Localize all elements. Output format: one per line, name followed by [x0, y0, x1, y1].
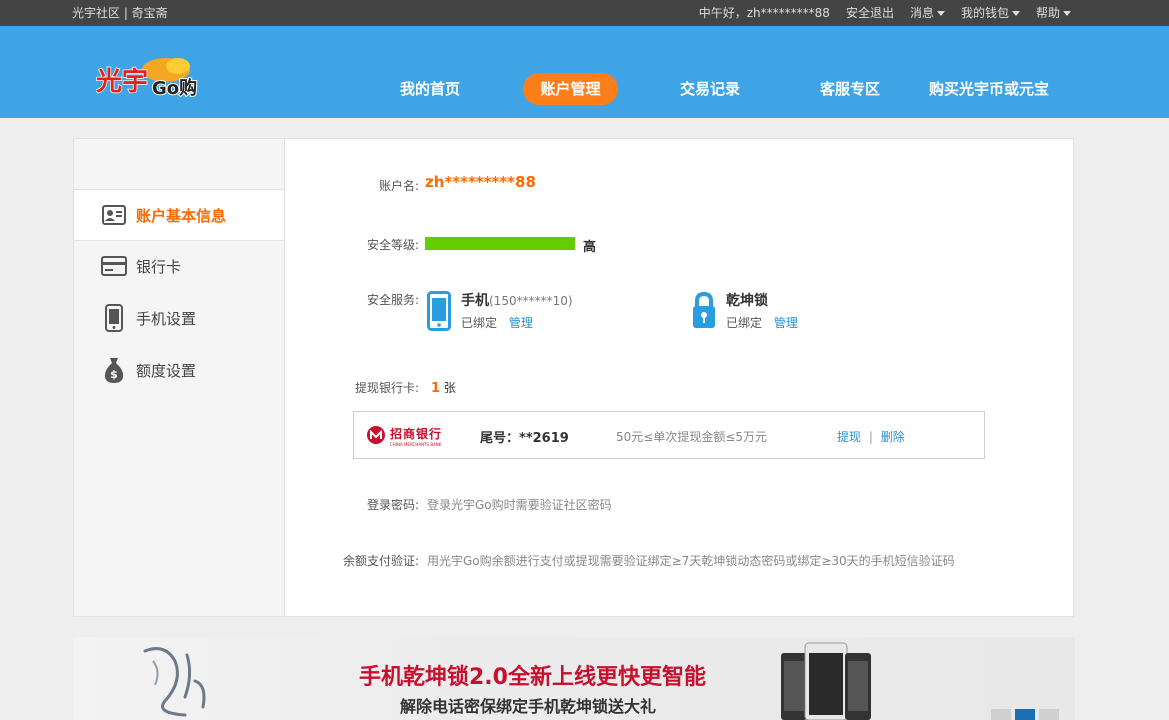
phone-status: 已绑定 — [461, 316, 498, 330]
chevron-down-icon — [1063, 11, 1071, 16]
logo-text: 光宇 — [96, 67, 148, 97]
carousel-dot-1[interactable] — [991, 709, 1011, 720]
community-links[interactable]: 光宇社区 | 奇宝斋 — [72, 0, 168, 26]
lock-status-row: 已绑定 管理 — [726, 314, 798, 331]
phone-status-row: 已绑定 管理 — [461, 314, 533, 331]
top-bar-right: 中午好，zh*********88 安全退出 消息 我的钱包 帮助 — [699, 0, 1071, 26]
login-password-text: 登录光宇Go购时需要验证社区密码 — [427, 498, 612, 512]
wallet-label: 我的钱包 — [960, 6, 1009, 20]
login-password-label: 登录密码: — [366, 498, 419, 512]
banner-title: 手机乾坤锁2.0全新上线更快更智能 — [359, 665, 706, 690]
account-name-label: 账户名: — [378, 179, 419, 193]
nav-buy-coins[interactable]: 购买光宇币或元宝 — [925, 73, 1053, 105]
bank-withdraw-link[interactable]: 提现 — [837, 430, 861, 444]
bank-name: 招商银行 — [390, 427, 443, 441]
carousel-dot-3[interactable] — [1039, 709, 1059, 720]
sidebar-item-phone-settings[interactable]: 手机设置 — [74, 292, 286, 344]
banner-calligraphy-art — [135, 641, 215, 720]
security-level-text: 高 — [583, 240, 597, 255]
sidebar-item-bank-card[interactable]: 银行卡 — [74, 240, 286, 292]
sidebar-item-label: 银行卡 — [136, 257, 182, 276]
bank-tail-number: **2619 — [519, 431, 569, 446]
carousel-dot-2-active[interactable] — [1015, 709, 1035, 720]
sidebar-item-label: 账户基本信息 — [136, 206, 227, 225]
logo[interactable]: 光宇 Go购 — [94, 56, 206, 100]
bank-name-en: CHINA MERCHANTS BANK — [390, 442, 442, 447]
bank-withdraw-limit: 50元≤单次提现金额≤5万元 — [616, 430, 768, 444]
chevron-down-icon — [936, 11, 945, 16]
nav-customer-service[interactable]: 客服专区 — [808, 73, 892, 105]
account-name-value: zh*********88 — [425, 173, 536, 191]
phone-icon — [100, 304, 128, 332]
security-level-bar — [425, 237, 575, 250]
phone-number: (150******10) — [489, 294, 573, 308]
lock-icon — [692, 291, 716, 332]
security-level-label: 安全等级: — [366, 238, 419, 252]
help-menu[interactable]: 帮助 — [1036, 0, 1071, 26]
logout-link[interactable]: 安全退出 — [846, 0, 894, 26]
sidebar-item-label: 额度设置 — [136, 361, 197, 380]
nav-transactions[interactable]: 交易记录 — [668, 73, 752, 105]
sidebar-item-label: 手机设置 — [136, 309, 197, 328]
bank-card-count-row: 1 张 — [431, 379, 456, 396]
nav-home[interactable]: 我的首页 — [388, 73, 472, 105]
messages-label: 消息 — [909, 6, 934, 20]
bank-tail-label: 尾号： — [480, 431, 520, 446]
greeting: 中午好，zh*********88 — [698, 6, 830, 20]
phone-service-title: 手机(150******10) — [461, 290, 573, 310]
phone-manage-link[interactable]: 管理 — [509, 316, 533, 330]
balance-verify-text: 用光宇Go购余额进行支付或提现需要验证绑定≥7天乾坤锁动态密码或绑定≥30天的手… — [427, 554, 955, 568]
banner-subtitle: 解除电话密保绑定手机乾坤锁送大礼 — [400, 697, 657, 716]
security-service-label: 安全服务: — [366, 293, 419, 307]
bank-actions: 提现 | 删除 — [837, 428, 905, 445]
divider: | — [868, 430, 873, 444]
account-panel: 账户名: zh*********88 安全等级: 高 安全服务: 手机(150*… — [284, 138, 1074, 617]
svg-text:$: $ — [110, 368, 118, 381]
lock-manage-link[interactable]: 管理 — [774, 316, 798, 330]
messages-menu[interactable]: 消息 — [910, 0, 945, 26]
banner-phones-image — [779, 641, 889, 720]
bank-delete-link[interactable]: 删除 — [881, 430, 905, 444]
lock-status: 已绑定 — [726, 316, 763, 330]
wallet-menu[interactable]: 我的钱包 — [961, 0, 1020, 26]
sidebar-item-basic-info[interactable]: 账户基本信息 — [74, 189, 286, 241]
id-card-icon — [100, 201, 128, 229]
security-level-fill — [425, 237, 575, 250]
nav-account-management[interactable]: 账户管理 — [523, 73, 618, 105]
credit-card-icon — [100, 252, 128, 280]
sidebar: 账户基本信息 银行卡 手机设置 $ 额度设置 — [73, 138, 286, 617]
bank-card-count: 1 — [431, 381, 441, 396]
phone-title: 手机 — [461, 293, 489, 309]
balance-verify-label: 余额支付验证: — [342, 554, 419, 568]
lock-service-title: 乾坤锁 — [726, 293, 768, 309]
promo-banner[interactable]: 手机乾坤锁2.0全新上线更快更智能 解除电话密保绑定手机乾坤锁送大礼 — [73, 637, 1075, 720]
header: 光宇 Go购 我的首页 账户管理 交易记录 客服专区 购买光宇币或元宝 — [0, 26, 1169, 118]
bank-tail-row: 尾号：**2619 — [480, 427, 569, 446]
chevron-down-icon — [1011, 11, 1020, 16]
help-label: 帮助 — [1035, 6, 1060, 20]
bank-card-unit: 张 — [443, 381, 456, 395]
logo-go-text: Go购 — [152, 77, 197, 99]
phone-service-icon — [427, 291, 451, 334]
bank-card-row: 招商银行 CHINA MERCHANTS BANK 尾号：**2619 50元≤… — [353, 411, 985, 459]
bank-card-label: 提现银行卡: — [354, 381, 419, 395]
sidebar-item-limit-settings[interactable]: $ 额度设置 — [74, 344, 286, 396]
money-bag-icon: $ — [100, 356, 128, 384]
top-bar: 光宇社区 | 奇宝斋 中午好，zh*********88 安全退出 消息 我的钱… — [0, 0, 1169, 26]
